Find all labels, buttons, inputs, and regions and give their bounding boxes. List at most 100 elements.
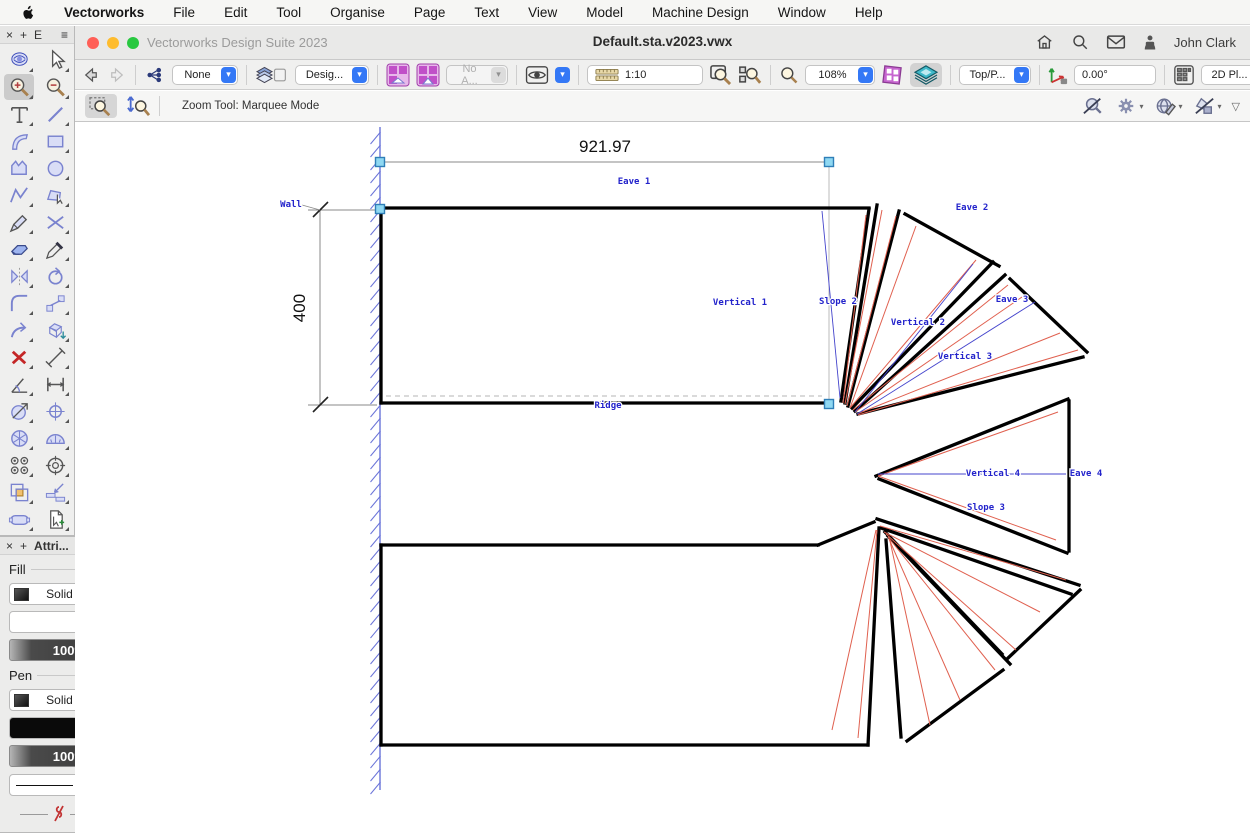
selection-handles[interactable]: [376, 158, 834, 409]
marquee-zoom-icon[interactable]: [85, 94, 117, 118]
eye-icon[interactable]: [525, 63, 549, 87]
width-dimension[interactable]: [380, 162, 829, 400]
menu-item-model[interactable]: Model: [586, 5, 623, 20]
linear-dimension-tool[interactable]: [40, 371, 70, 397]
gear-icon[interactable]: ▾: [1115, 96, 1143, 116]
attributes-palette-title: Attri...: [34, 539, 69, 553]
roof-plane-5[interactable]: [381, 522, 879, 745]
arc-tool[interactable]: [4, 128, 34, 154]
diameter-dimension-tool[interactable]: [4, 398, 34, 424]
disclosure-triangle-icon[interactable]: ▽: [1232, 100, 1240, 113]
share-icon[interactable]: [144, 63, 166, 87]
close-palette-button[interactable]: ×: [6, 539, 13, 553]
window-title-bar: Vectorworks Design Suite 2023 Default.st…: [75, 26, 1250, 60]
holes-tool[interactable]: [4, 452, 34, 478]
eye-options-dropdown[interactable]: ▾: [555, 67, 570, 83]
extrude-tool[interactable]: [40, 317, 70, 343]
menu-item-vectorworks[interactable]: Vectorworks: [64, 5, 144, 20]
home-icon[interactable]: [1035, 33, 1054, 51]
layer-plane-icon[interactable]: [910, 63, 942, 87]
duplicate-tool[interactable]: [40, 506, 70, 532]
connect-tool[interactable]: [40, 290, 70, 316]
shapes-slash-icon[interactable]: ▾: [1193, 96, 1222, 116]
menu-item-page[interactable]: Page: [414, 5, 446, 20]
menu-item-machine-design[interactable]: Machine Design: [652, 5, 749, 20]
zoom-previous-icon[interactable]: [738, 63, 762, 87]
palette-menu-icon[interactable]: ≡: [61, 28, 68, 42]
wall-cap-icon[interactable]: [416, 63, 440, 87]
clip-tool[interactable]: [4, 479, 34, 505]
menu-item-help[interactable]: Help: [855, 5, 883, 20]
class-dropdown[interactable]: None ▾: [172, 65, 238, 85]
grid-icon[interactable]: [881, 63, 904, 87]
scale-field[interactable]: 1:10: [587, 65, 703, 85]
trim-tool[interactable]: [4, 344, 34, 370]
center-mark-tool[interactable]: [40, 398, 70, 424]
angle-dimension-tool[interactable]: [4, 371, 34, 397]
menu-item-window[interactable]: Window: [778, 5, 826, 20]
view-dropdown[interactable]: Top/P... ▾: [959, 65, 1031, 85]
target-tool[interactable]: [40, 452, 70, 478]
flower-3d-tool[interactable]: [4, 47, 34, 73]
drawing-svg[interactable]: 921.97 400: [75, 122, 1250, 833]
back-arrow-icon[interactable]: [81, 63, 101, 87]
offset-tool[interactable]: [4, 317, 34, 343]
search-icon[interactable]: [1071, 33, 1089, 51]
pattern-tool[interactable]: [4, 425, 34, 451]
menu-item-organise[interactable]: Organise: [330, 5, 385, 20]
callout-tool[interactable]: [40, 479, 70, 505]
apple-menu[interactable]: [20, 4, 35, 21]
zoom-rect-icon[interactable]: [709, 63, 732, 87]
design-layer-dropdown[interactable]: Desig... ▾: [295, 65, 369, 85]
wall-join-icon[interactable]: [386, 63, 410, 87]
menu-item-edit[interactable]: Edit: [224, 5, 247, 20]
menu-item-text[interactable]: Text: [474, 5, 499, 20]
zoom-out-tool[interactable]: [40, 74, 70, 100]
menu-item-tool[interactable]: Tool: [276, 5, 301, 20]
freehand-tool[interactable]: [4, 209, 34, 235]
globe-edit-icon[interactable]: ▾: [1154, 96, 1183, 116]
magnifier-slash-icon[interactable]: [1081, 96, 1105, 116]
eraser-tool[interactable]: [4, 236, 34, 262]
user-name[interactable]: John Clark: [1174, 35, 1236, 50]
menu-item-file[interactable]: File: [173, 5, 195, 20]
diameter-dimension-icon: [8, 400, 31, 423]
close-palette-button[interactable]: ×: [6, 28, 13, 42]
layers-icon[interactable]: [255, 63, 289, 87]
zoom-in-tool[interactable]: [4, 74, 34, 100]
polyline-tool[interactable]: [4, 182, 34, 208]
roof-plane-1[interactable]: [381, 208, 869, 403]
menu-item-view[interactable]: View: [528, 5, 557, 20]
keypad-icon[interactable]: [1173, 63, 1195, 87]
forward-arrow-icon[interactable]: [107, 63, 127, 87]
plane-mode-dropdown[interactable]: 2D Pl... ▾: [1201, 65, 1250, 85]
height-dimension[interactable]: [308, 202, 377, 412]
line-tool[interactable]: [40, 101, 70, 127]
fill-style-swatch: [14, 588, 29, 601]
roof-fan-bottom[interactable]: [877, 519, 1080, 741]
zoom-level-dropdown[interactable]: 108% ▾: [805, 65, 875, 85]
rotate-tool[interactable]: [40, 263, 70, 289]
drawing-area[interactable]: 921.97 400: [75, 122, 1250, 833]
intersect-tool[interactable]: [40, 209, 70, 235]
pan-zoom-icon[interactable]: [125, 95, 151, 117]
palette-e-button[interactable]: E: [34, 28, 42, 42]
fillet-tool[interactable]: [4, 290, 34, 316]
rotation-angle-field[interactable]: 0.00°: [1074, 65, 1156, 85]
mail-icon[interactable]: [1106, 34, 1126, 50]
selection-tool[interactable]: [40, 47, 70, 73]
mirror-tool[interactable]: [4, 263, 34, 289]
polygon-tool[interactable]: [4, 155, 34, 181]
magnifier-icon[interactable]: [779, 63, 799, 87]
circle-tool[interactable]: [40, 155, 70, 181]
rectangle-tool[interactable]: [40, 128, 70, 154]
eyedropper-tool[interactable]: [40, 236, 70, 262]
protractor-tool[interactable]: [40, 425, 70, 451]
tape-measure-tool[interactable]: [40, 344, 70, 370]
axis-angle-icon[interactable]: [1048, 63, 1068, 87]
dock-palette-button[interactable]: +: [20, 539, 27, 553]
slot-tool[interactable]: [4, 506, 34, 532]
reshape-tool[interactable]: [40, 182, 70, 208]
dock-palette-button[interactable]: +: [20, 28, 27, 42]
text-tool[interactable]: [4, 101, 34, 127]
